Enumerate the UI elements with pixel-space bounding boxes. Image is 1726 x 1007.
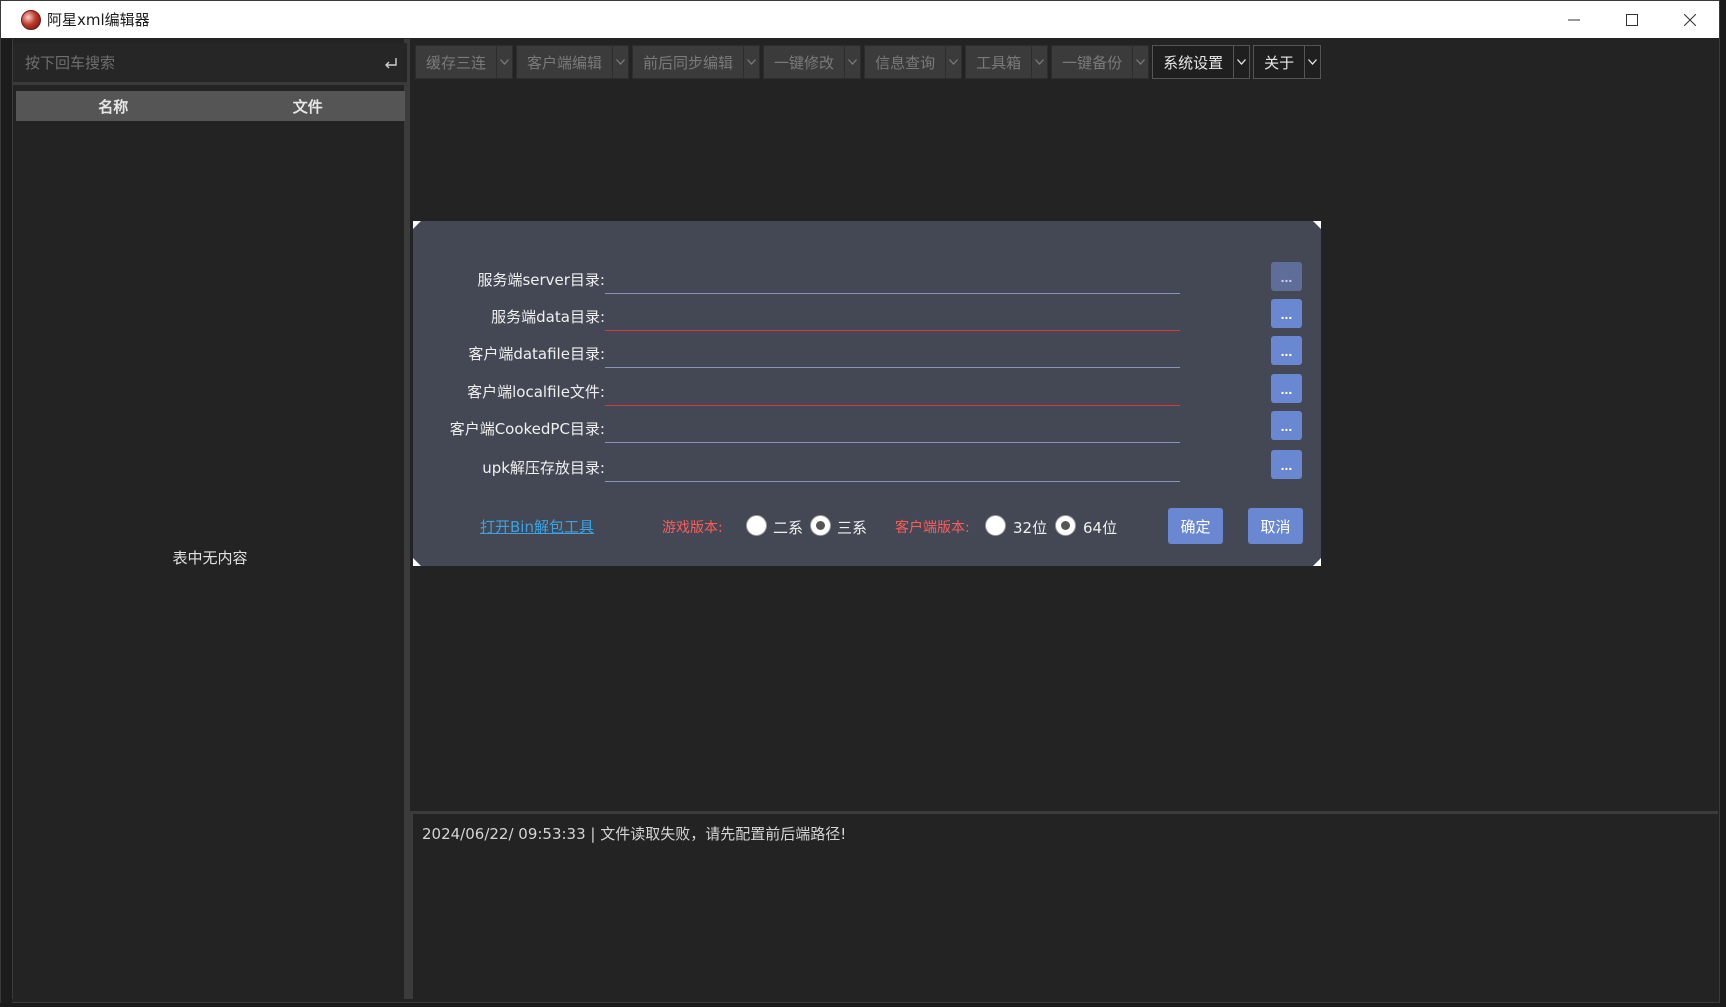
upk-dir-input[interactable] <box>605 450 1180 482</box>
menu-label: 关于 <box>1264 53 1295 72</box>
open-bin-tool-link[interactable]: 打开Bin解包工具 <box>480 516 594 537</box>
search-box <box>13 43 407 85</box>
field-label: 客户端datafile目录: <box>468 345 605 363</box>
client-version-radio-64[interactable] <box>1055 515 1076 536</box>
game-version-option-3[interactable]: 三系 <box>837 517 867 538</box>
menu-label: 缓存三连 <box>426 53 487 72</box>
field-label: upk解压存放目录: <box>482 459 605 477</box>
client-version-option-64[interactable]: 64位 <box>1083 517 1117 538</box>
menu-sync-edit: 前后同步编辑 <box>632 45 761 79</box>
minimize-icon <box>1568 19 1580 20</box>
client-version-radio-32[interactable] <box>985 515 1006 536</box>
game-version-label: 游戏版本: <box>662 520 723 536</box>
menu-one-click-modify: 一键修改 <box>763 45 862 79</box>
menu-one-click-backup: 一键备份 <box>1051 45 1150 79</box>
dialog-corner <box>413 221 421 229</box>
browse-server-dir-button[interactable]: ... <box>1271 262 1302 291</box>
confirm-button[interactable]: 确定 <box>1168 508 1223 544</box>
field-datafile-dir: 客户端datafile目录: ... <box>413 336 1321 370</box>
field-localfile: 客户端localfile文件: ... <box>413 374 1321 408</box>
game-version-option-2[interactable]: 二系 <box>773 517 803 538</box>
app-window: 阿星xml编辑器 名称 文件 表中无内容 缓存三连 <box>0 0 1720 1004</box>
toolbar: 缓存三连 客户端编辑 前后同步编辑 一键修改 信息查询 工具箱 一键备份 系统设… <box>415 45 1322 79</box>
menu-about[interactable]: 关于 <box>1253 45 1322 79</box>
menu-label: 前后同步编辑 <box>643 53 734 72</box>
left-edge-strip <box>1 39 12 1004</box>
field-server-dir: 服务端server目录: ... <box>413 262 1321 296</box>
close-icon <box>1684 13 1696 26</box>
client-version-label: 客户端版本: <box>895 520 970 536</box>
maximize-icon <box>1626 13 1638 26</box>
search-input[interactable] <box>13 43 377 82</box>
menu-label: 客户端编辑 <box>527 53 603 72</box>
window-title: 阿星xml编辑器 <box>47 11 150 29</box>
chevron-down-icon <box>612 46 628 78</box>
field-data-dir: 服务端data目录: ... <box>413 299 1321 333</box>
browse-data-dir-button[interactable]: ... <box>1271 299 1302 328</box>
browse-cookedpc-dir-button[interactable]: ... <box>1271 411 1302 440</box>
menu-toolbox: 工具箱 <box>965 45 1049 79</box>
menu-label: 一键备份 <box>1062 53 1123 72</box>
menu-info-query: 信息查询 <box>864 45 963 79</box>
minimize-button[interactable] <box>1545 1 1603 38</box>
data-dir-input[interactable] <box>605 299 1180 331</box>
menu-label: 工具箱 <box>976 53 1022 72</box>
datafile-dir-input[interactable] <box>605 336 1180 368</box>
settings-dialog: 服务端server目录: ... 服务端data目录: ... 客户端dataf… <box>413 221 1321 566</box>
dialog-corner <box>1313 221 1321 229</box>
enter-icon[interactable] <box>377 49 405 77</box>
browse-upk-dir-button[interactable]: ... <box>1271 450 1302 479</box>
cookedpc-dir-input[interactable] <box>605 411 1180 443</box>
chevron-down-icon <box>743 46 759 78</box>
table-header: 名称 文件 <box>16 91 405 121</box>
game-version-radio-2[interactable] <box>746 515 767 536</box>
column-header-name[interactable]: 名称 <box>16 91 211 121</box>
close-button[interactable] <box>1661 1 1719 38</box>
dialog-footer: 打开Bin解包工具 游戏版本: 二系 三系 客户端版本: 32位 64位 确定 … <box>413 508 1321 544</box>
client-version-option-32[interactable]: 32位 <box>1013 517 1047 538</box>
maximize-button[interactable] <box>1603 1 1661 38</box>
menu-label: 一键修改 <box>774 53 835 72</box>
server-dir-input[interactable] <box>605 262 1180 294</box>
menu-label: 信息查询 <box>875 53 936 72</box>
log-line: 2024/06/22/ 09:53:33 | 文件读取失败，请先配置前后端路径! <box>422 825 847 843</box>
menu-cache-triple: 缓存三连 <box>415 45 514 79</box>
chevron-down-icon <box>945 46 961 78</box>
chevron-down-icon <box>844 46 860 78</box>
field-cookedpc-dir: 客户端CookedPC目录: ... <box>413 411 1321 445</box>
chevron-down-icon <box>496 46 512 78</box>
chevron-down-icon[interactable] <box>1233 46 1249 78</box>
field-label: 服务端server目录: <box>477 271 605 289</box>
menu-client-edit: 客户端编辑 <box>516 45 630 79</box>
game-version-radio-3[interactable] <box>810 515 831 536</box>
app-logo-icon <box>21 9 41 30</box>
chevron-down-icon <box>1132 46 1148 78</box>
sidebar: 名称 文件 表中无内容 <box>12 39 407 999</box>
column-header-file[interactable]: 文件 <box>211 91 406 121</box>
field-label: 服务端data目录: <box>491 308 605 326</box>
chevron-down-icon <box>1031 46 1047 78</box>
field-label: 客户端localfile文件: <box>467 383 605 401</box>
log-panel[interactable]: 2024/06/22/ 09:53:33 | 文件读取失败，请先配置前后端路径! <box>410 811 1718 999</box>
cancel-button[interactable]: 取消 <box>1248 508 1303 544</box>
field-label: 客户端CookedPC目录: <box>449 420 605 438</box>
table-empty-message: 表中无内容 <box>172 549 248 567</box>
browse-datafile-dir-button[interactable]: ... <box>1271 336 1302 365</box>
field-upk-dir: upk解压存放目录: ... <box>413 450 1321 484</box>
menu-label: 系统设置 <box>1163 53 1224 72</box>
browse-localfile-button[interactable]: ... <box>1271 374 1302 403</box>
title-bar[interactable]: 阿星xml编辑器 <box>1 1 1719 38</box>
chevron-down-icon[interactable] <box>1304 46 1320 78</box>
localfile-input[interactable] <box>605 374 1180 406</box>
window-controls <box>1545 1 1719 38</box>
menu-system-settings[interactable]: 系统设置 <box>1152 45 1251 79</box>
